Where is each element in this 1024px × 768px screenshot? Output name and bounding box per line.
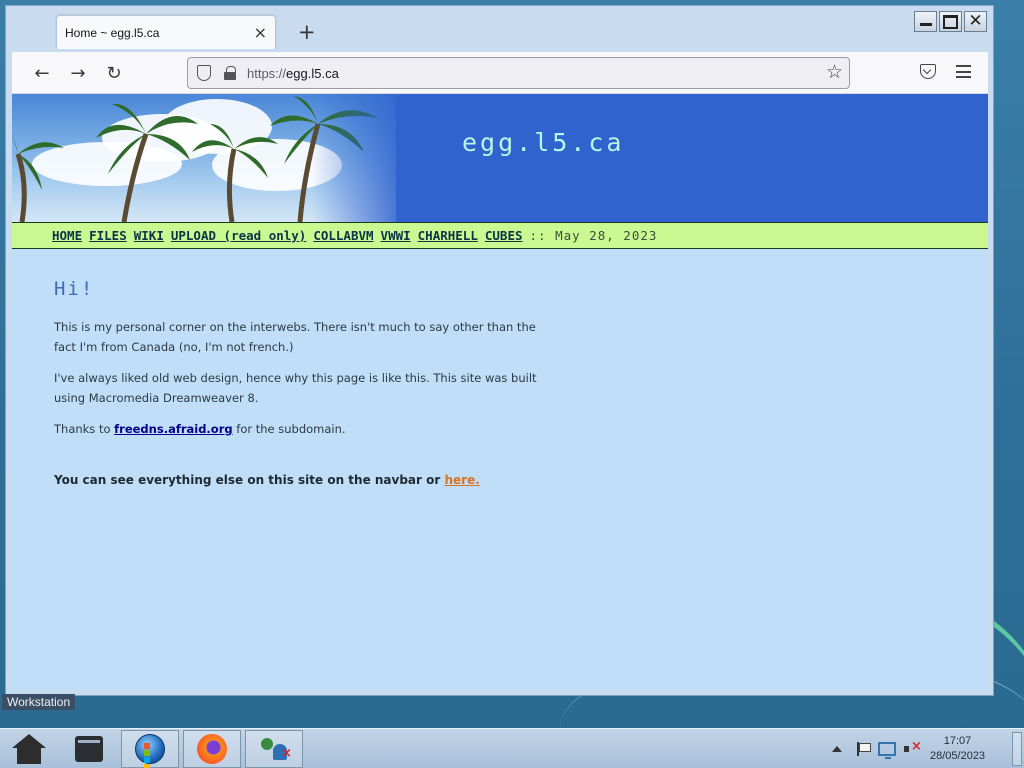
disconnected-icon: × [281,746,292,761]
site-banner: egg.l5.ca [12,94,988,222]
back-button[interactable]: ← [30,61,54,85]
nav-link-cubes[interactable]: CUBES [485,228,523,243]
nav-link-files[interactable]: FILES [89,228,127,243]
windows-logo-icon [135,734,165,768]
taskbar-home-button[interactable] [0,730,58,768]
url-host: egg.l5.ca [286,65,339,81]
minimize-button[interactable] [914,11,937,32]
page-heading: Hi! [54,278,95,300]
design-paragraph: I've always liked old web design, hence … [54,371,537,405]
forward-arrow-icon: → [70,62,86,84]
here-link[interactable]: here. [444,473,479,487]
thanks-prefix: Thanks to [54,422,115,436]
maximize-button[interactable] [939,11,962,32]
network-icon[interactable] [878,742,896,759]
taskbar-start-button[interactable] [121,730,179,768]
forward-button[interactable]: → [66,61,90,85]
url-scheme: https:// [247,65,287,81]
window-controls: ✕ [914,11,987,32]
system-tray [832,729,922,768]
tab-home[interactable]: Home ~ egg.l5.ca × [56,15,276,49]
nav-link-home[interactable]: HOME [52,228,82,243]
system-clock[interactable]: 17:07 28/05/2023 [930,734,985,764]
home-icon [12,734,46,764]
site-navbar: HOME FILES WIKI UPLOAD (read only) COLLA… [12,222,988,249]
firefox-icon [197,734,227,764]
site-title: egg.l5.ca [462,128,625,157]
nav-link-upload[interactable]: UPLOAD (read only) [171,228,306,243]
close-icon: ✕ [968,11,983,31]
freedns-link[interactable]: freedns.afraid.org [114,422,232,436]
back-arrow-icon: ← [34,62,50,84]
reload-icon: ↻ [106,62,122,84]
clock-time: 17:07 [943,735,972,747]
url-bar[interactable]: https://egg.l5.ca ☆ [187,57,850,89]
browser-window: ✕ Home ~ egg.l5.ca × + ← → ↻ https://egg… [5,5,994,696]
tab-close-icon[interactable]: × [254,24,267,41]
taskbar-file-manager-button[interactable] [60,730,118,768]
thanks-suffix: for the subdomain. [232,422,346,436]
nav-link-wiki[interactable]: WIKI [134,228,164,243]
nav-link-charhell[interactable]: CHARHELL [418,228,478,243]
nav-link-vwwi[interactable]: VWWI [381,228,411,243]
show-desktop-button[interactable] [1012,732,1022,766]
navbar-note-text: You can see everything else on this site… [54,473,445,487]
reload-button[interactable]: ↻ [102,61,126,85]
intro-paragraph: This is my personal corner on the interw… [54,320,536,354]
action-center-flag-icon[interactable] [856,742,871,756]
new-tab-button[interactable]: + [298,21,316,43]
main-content: Hi! This is my personal corner on the in… [12,249,988,531]
taskbar: × 17:07 28/05/2023 [0,728,1024,768]
clock-date: 28/05/2023 [930,750,986,762]
nav-link-collabvm[interactable]: COLLABVM [313,228,373,243]
navbar-note-paragraph: You can see everything else on this site… [54,470,544,490]
file-manager-icon [75,736,103,762]
navigation-toolbar: ← → ↻ https://egg.l5.ca ☆ [12,52,988,94]
workstation-label: Workstation [2,694,76,710]
bookmark-star-icon[interactable]: ☆ [826,61,843,83]
hamburger-menu-icon[interactable] [956,65,971,78]
close-window-button[interactable]: ✕ [964,11,987,32]
tab-title: Home ~ egg.l5.ca [65,25,160,40]
volume-muted-icon[interactable] [904,739,922,756]
tab-strip: Home ~ egg.l5.ca × + [56,15,316,49]
show-hidden-icons-icon[interactable] [832,746,842,752]
url-text[interactable]: https://egg.l5.ca [247,66,339,81]
taskbar-users-button[interactable]: × [245,730,303,768]
lock-icon[interactable] [224,66,236,80]
tracking-protection-shield-icon[interactable] [197,65,211,81]
thanks-paragraph: Thanks to freedns.afraid.org for the sub… [54,419,544,439]
pocket-icon[interactable] [920,64,936,79]
taskbar-firefox-button[interactable] [183,730,241,768]
navbar-date: :: May 28, 2023 [529,228,658,243]
page-viewport: egg.l5.ca HOME FILES WIKI UPLOAD (read o… [12,94,988,690]
